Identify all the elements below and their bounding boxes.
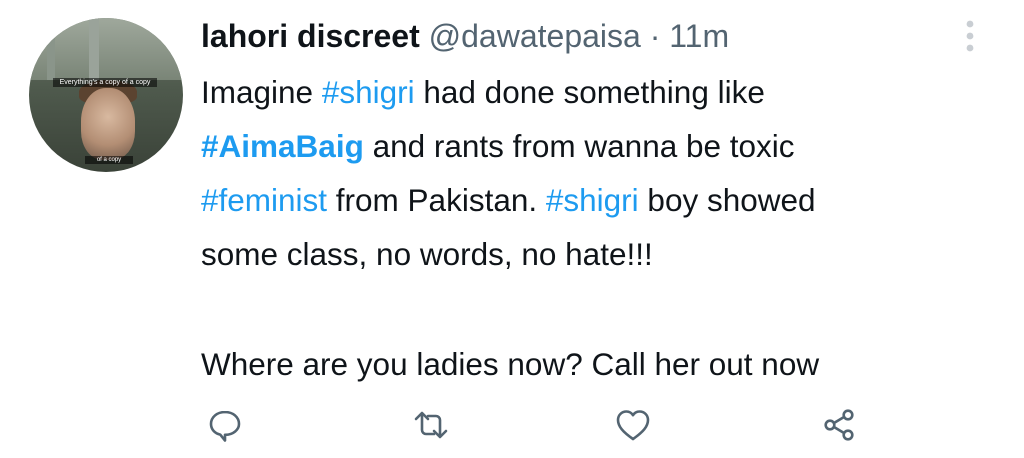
tweet-text-segment: boy showed (638, 182, 816, 218)
avatar-caption-top: Everything's a copy of a copy (53, 78, 157, 87)
tweet-header: lahori discreet @dawatepaisa · 11m (201, 14, 729, 58)
retweet-button[interactable] (406, 400, 456, 450)
tweet-text-line: #feminist from Pakistan. #shigri boy sho… (201, 173, 1001, 227)
tweet-text-line: Where are you ladies now? Call her out n… (201, 337, 1001, 391)
more-options-button[interactable] (958, 18, 982, 54)
hashtag-link[interactable]: #AimaBaig (201, 128, 364, 164)
retweet-icon (414, 411, 448, 439)
share-icon (824, 409, 854, 441)
avatar-caption-bottom: of a copy (85, 156, 133, 164)
header-separator: · (649, 18, 661, 54)
avatar-face (81, 88, 135, 160)
tweet-text: Imagine #shigri had done something like #… (201, 65, 1001, 391)
tweet-text-segment: from Pakistan. (327, 182, 546, 218)
like-icon (616, 410, 650, 441)
reply-button[interactable] (200, 400, 250, 450)
hashtag-link[interactable]: #feminist (201, 182, 327, 218)
share-button[interactable] (814, 400, 864, 450)
tweet-text-segment: and rants from wanna be toxic (363, 128, 795, 164)
tweet-actions (0, 400, 1024, 450)
hashtag-link[interactable]: #shigri (546, 182, 639, 218)
hashtag-link[interactable]: #shigri (322, 74, 415, 110)
more-vertical-icon (966, 20, 974, 52)
tweet-text-segment: Where are you ladies now? Call her out n… (201, 346, 820, 382)
tweet-text-segment: had done something like (414, 74, 765, 110)
like-button[interactable] (608, 400, 658, 450)
author-handle[interactable]: @dawatepaisa (429, 18, 641, 54)
avatar[interactable]: Everything's a copy of a copy of a copy (29, 18, 183, 172)
tweet-text-segment: some class, no words, no hate!!! (201, 236, 653, 272)
author-display-name[interactable]: lahori discreet (201, 18, 420, 54)
tweet-text-line: Imagine #shigri had done something like (201, 65, 1001, 119)
tweet-text-segment: Imagine (201, 74, 322, 110)
avatar-background (29, 18, 183, 80)
tweet-text-line: #AimaBaig and rants from wanna be toxic (201, 119, 1001, 173)
reply-icon (209, 410, 241, 442)
tweet-text-line: some class, no words, no hate!!! (201, 227, 1001, 281)
tweet-timestamp[interactable]: 11m (669, 18, 729, 54)
